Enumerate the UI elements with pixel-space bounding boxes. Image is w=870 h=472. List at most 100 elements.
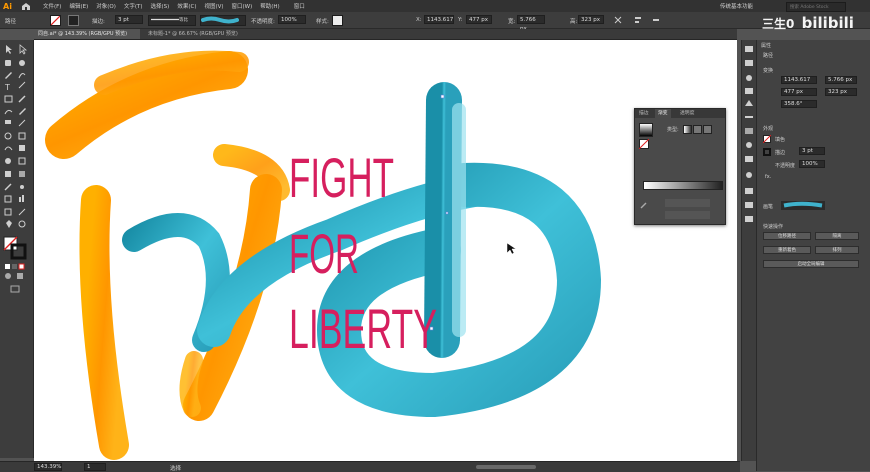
props-y-input[interactable]: 477 px [781,88,817,96]
global-edit-button[interactable]: 启动全局编辑 [763,260,859,268]
recolor-button[interactable]: 重新着色 [763,246,811,254]
tab-stroke[interactable]: 描边 [636,109,652,118]
menu-view[interactable]: 视图(V) [200,2,227,10]
stroke-label: 描边: [92,19,105,25]
menu-select[interactable]: 选择(S) [147,2,174,10]
menu-type[interactable]: 文字(T) [120,2,147,10]
free-transform-tool-icon [19,145,25,151]
headline-line-2: FOR [289,222,359,285]
props-w-input[interactable]: 5.766 px [825,76,857,84]
freeform-gradient-button[interactable] [703,125,712,134]
arrange-button[interactable]: 排列 [815,246,859,254]
menu-edit[interactable]: 编辑(E) [65,2,92,10]
hand-tool-icon [6,220,12,228]
props-stroke-swatch[interactable] [763,148,771,156]
menu-help[interactable]: 帮助(H) [256,2,283,10]
h-label: 高: [570,19,578,25]
selection-tool-icon [6,45,12,54]
offset-path-button[interactable]: 位移路径 [763,232,811,240]
w-label: 宽: [508,19,516,25]
menu-object[interactable]: 对象(O) [92,2,120,10]
slice-tool-icon [18,208,26,216]
horizontal-scrollbar[interactable] [476,465,536,469]
headline-text[interactable]: FIGHT FOR LIBERTY [289,145,449,360]
swatches-panel-icon [745,100,753,106]
align-icon[interactable] [634,16,642,24]
gradient-slider[interactable] [643,181,723,190]
artboard-number-input[interactable]: 1 [84,463,106,471]
eraser-tool-icon [5,120,11,124]
linear-gradient-button[interactable] [683,125,692,134]
shaper-tool-icon [4,109,13,115]
watermark-site: bilibili [801,14,854,32]
props-stroke-input[interactable]: 3 pt [799,147,825,155]
height-input[interactable]: 323 px [578,15,604,24]
type-tool-icon: T [4,83,10,92]
section-appearance: 外观 [763,126,774,132]
menu-window[interactable]: 窗口(W) [228,2,257,10]
mouse-cursor-icon [506,242,517,255]
color-panel-icon [745,88,753,94]
props-opacity-input[interactable]: 100% [799,160,825,168]
opacity-label: 不透明度: [251,19,275,25]
section-path: 路径 [763,53,774,59]
menu-bar: Ai 文件(F) 编辑(E) 对象(O) 文字(T) 选择(S) 效果(C) 视… [0,0,870,12]
variable-width-profile[interactable]: 等比 [148,15,196,26]
props-angle-input[interactable]: 358.6° [781,100,817,108]
artboard-canvas[interactable]: FIGHT FOR LIBERTY [34,40,737,461]
isolate-button[interactable]: 隔离 [815,232,859,240]
properties-header: 属性 [761,43,772,49]
y-input[interactable]: 477 px [466,15,492,24]
brush-definition[interactable] [200,15,246,26]
menu-effect[interactable]: 效果(C) [173,2,200,10]
props-h-input[interactable]: 323 px [825,88,857,96]
color-mode-icon [5,264,10,269]
y-label: Y: [458,17,463,23]
stroke-weight-input[interactable]: 3 pt [115,15,143,24]
graphic-style-swatch[interactable] [332,15,343,26]
props-fill-swatch[interactable] [763,135,771,143]
watermark-channel: 三生0 [762,17,795,31]
control-bar: 路径 描边: 3 pt 等比 不透明度: 100% 样式: X: 1143.61… [0,12,870,32]
opacity-input[interactable]: 100% [278,15,306,24]
status-bar: 143.39% 1 选择 [0,461,740,472]
props-fx-button[interactable]: fx. [765,174,771,180]
scissors-tool-icon [18,119,26,127]
zoom-level-input[interactable]: 143.39% [34,463,62,471]
props-x-input[interactable]: 1143.617 [781,76,817,84]
fill-swatch[interactable] [50,15,61,26]
width-input[interactable]: 5.766 px [517,15,545,32]
profile-label: 等比 [179,18,188,23]
eyedropper-icon[interactable] [640,201,648,209]
line-tool-icon [18,81,26,89]
tab-gradient[interactable]: 渐变 [655,109,671,118]
lasso-tool-icon [19,60,25,66]
search-stock-field[interactable]: 搜索 Adobe Stock [786,2,846,12]
section-quick-actions: 快速操作 [763,224,784,230]
menu-layout-switch[interactable]: 窗口 [290,2,309,10]
none-swatch-icon[interactable] [639,139,649,149]
doc-tab-active[interactable]: 同自.ai* @ 143.39% (RGB/GPU 预览) [34,29,140,39]
direct-selection-tool-icon [19,44,28,55]
panel-icon-strip [741,40,756,461]
gradient-preview-swatch[interactable] [639,123,653,137]
home-icon[interactable] [21,2,31,10]
symbol-sprayer-tool-icon [4,195,12,203]
x-input[interactable]: 1143.617 [424,15,454,24]
pen-tool-icon [5,72,12,79]
orange-brush-strokes [45,50,290,460]
tab-transparency[interactable]: 透明度 [677,109,697,118]
transform-icon[interactable] [614,16,622,24]
props-opacity-label: 不透明度 [775,163,796,169]
rectangle-tool-icon [4,95,13,103]
align-panel-icon [745,202,753,208]
menu-file[interactable]: 文件(F) [39,2,65,10]
workspace-switcher[interactable]: 传统基本功能 [716,2,757,10]
doc-tab-untitled[interactable]: 未标题-1* @ 66.67% (RGB/GPU 预览) [144,29,252,39]
stroke-swatch[interactable] [68,15,79,26]
document-tabs: 同自.ai* @ 143.39% (RGB/GPU 预览) 未标题-1* @ 6… [34,29,737,40]
props-brush-preview[interactable] [781,201,825,210]
radial-gradient-button[interactable] [693,125,702,134]
appearance-panel-icon [745,156,753,162]
more-options-icon[interactable] [652,16,660,24]
